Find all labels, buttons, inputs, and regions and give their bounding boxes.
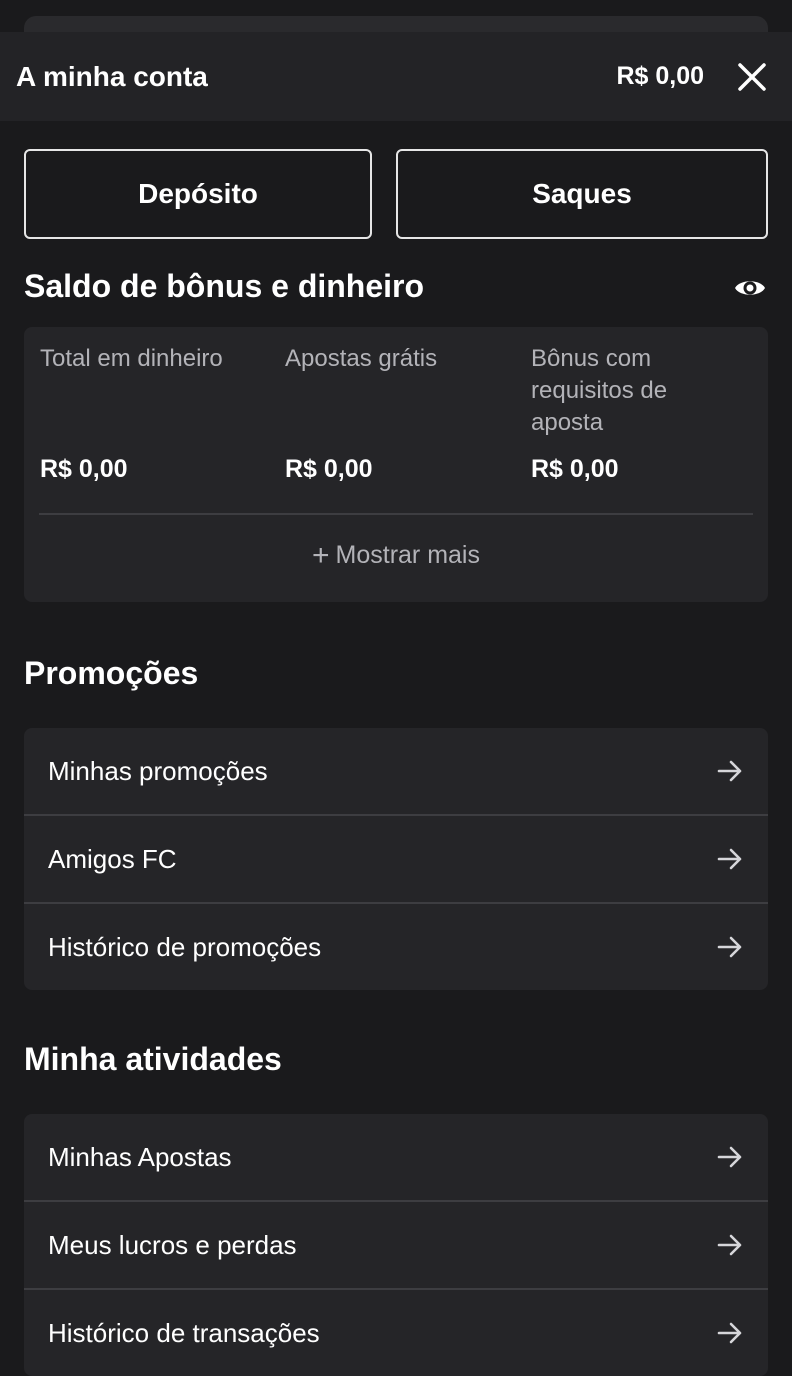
plus-icon: + bbox=[312, 539, 330, 572]
list-item-my-promotions[interactable]: Minhas promoções bbox=[24, 728, 768, 816]
list-item-label: Meus lucros e perdas bbox=[48, 1229, 297, 1260]
deposit-button[interactable]: Depósito bbox=[24, 149, 372, 239]
balance-value: R$ 0,00 bbox=[40, 455, 128, 483]
withdraw-button[interactable]: Saques bbox=[396, 149, 768, 239]
page-title: A minha conta bbox=[16, 60, 208, 92]
close-icon[interactable] bbox=[734, 59, 770, 95]
arrow-right-icon bbox=[717, 936, 742, 958]
promotions-title: Promoções bbox=[24, 655, 199, 691]
activities-list: Minhas Apostas Meus lucros e perdas Hist… bbox=[24, 1114, 768, 1376]
arrow-right-icon bbox=[717, 1322, 742, 1344]
balance-card: Total em dinheiro R$ 0,00 Apostas grátis… bbox=[24, 327, 768, 602]
list-item-label: Minhas Apostas bbox=[48, 1141, 232, 1172]
promotions-list: Minhas promoções Amigos FC Histórico de … bbox=[24, 728, 768, 990]
arrow-right-icon bbox=[717, 760, 742, 782]
balance-section-title: Saldo de bônus e dinheiro bbox=[24, 268, 425, 304]
list-item-label: Histórico de promoções bbox=[48, 931, 322, 962]
arrow-right-icon bbox=[717, 848, 742, 870]
list-item-promotion-history[interactable]: Histórico de promoções bbox=[24, 904, 768, 990]
balance-column-bonus: Bônus com requisitos de aposta bbox=[531, 343, 731, 439]
list-item-transaction-history[interactable]: Histórico de transações bbox=[24, 1290, 768, 1376]
eye-icon[interactable] bbox=[734, 274, 766, 302]
balance-column-cash: Total em dinheiro bbox=[40, 343, 270, 375]
balance-label: Apostas grátis bbox=[285, 345, 438, 372]
arrow-right-icon bbox=[717, 1234, 742, 1256]
balance-label: Bônus com requisitos de aposta bbox=[531, 345, 668, 436]
list-item-label: Amigos FC bbox=[48, 843, 177, 874]
list-item-my-bets[interactable]: Minhas Apostas bbox=[24, 1114, 768, 1202]
show-more-label: Mostrar mais bbox=[335, 541, 480, 569]
header-balance: R$ 0,00 bbox=[616, 62, 704, 90]
activities-title: Minha atividades bbox=[24, 1041, 282, 1077]
account-header: A minha conta R$ 0,00 bbox=[0, 32, 792, 121]
show-more-button[interactable]: + Mostrar mais bbox=[24, 539, 768, 573]
arrow-right-icon bbox=[717, 1146, 742, 1168]
balance-column-free-bets: Apostas grátis bbox=[285, 343, 515, 375]
list-item-amigos-fc[interactable]: Amigos FC bbox=[24, 816, 768, 904]
list-item-label: Minhas promoções bbox=[48, 755, 268, 786]
balance-value: R$ 0,00 bbox=[285, 455, 373, 483]
balance-value: R$ 0,00 bbox=[531, 455, 619, 483]
divider bbox=[39, 513, 753, 515]
list-item-profit-loss[interactable]: Meus lucros e perdas bbox=[24, 1202, 768, 1290]
list-item-label: Histórico de transações bbox=[48, 1317, 320, 1348]
balance-label: Total em dinheiro bbox=[40, 345, 223, 372]
